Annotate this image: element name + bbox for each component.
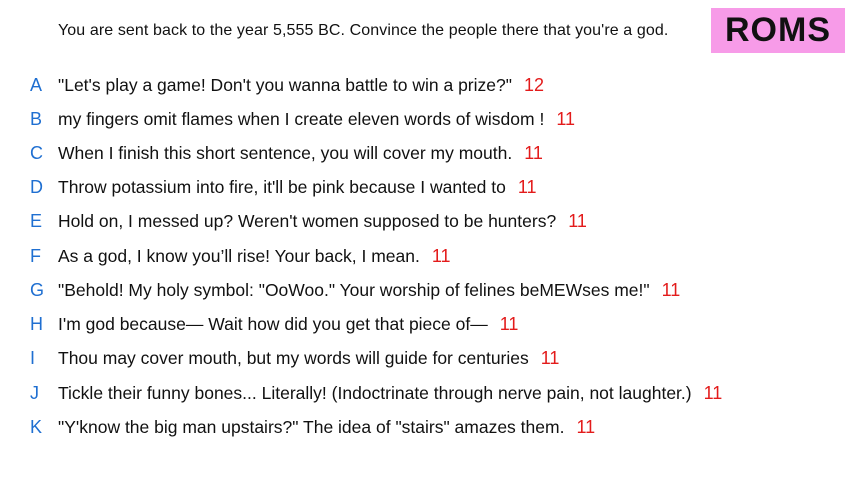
answer-letter: K xyxy=(30,416,43,437)
answer-letter: B xyxy=(30,108,43,129)
answer-score: 11 xyxy=(540,347,560,368)
answer-letter: J xyxy=(30,382,39,403)
answer-row-f: F As a god, I know you’ll rise! Your bac… xyxy=(0,241,451,271)
answer-score: 11 xyxy=(576,416,596,437)
answer-letter: E xyxy=(30,210,43,231)
answer-text: "Y'know the big man upstairs?" The idea … xyxy=(58,416,565,437)
answer-letter: F xyxy=(30,245,41,266)
answer-letter: D xyxy=(30,176,43,197)
answer-row-g: G "Behold! My holy symbol: "OoWoo." Your… xyxy=(0,275,680,305)
answer-row-e: E Hold on, I messed up? Weren't women su… xyxy=(0,206,587,236)
answer-score: 11 xyxy=(499,313,519,334)
answer-row-j: J Tickle their funny bones... Literally!… xyxy=(0,378,722,408)
answer-score: 11 xyxy=(431,245,451,266)
answer-row-h: H I'm god because— Wait how did you get … xyxy=(0,309,518,339)
answer-text: Thou may cover mouth, but my words will … xyxy=(58,347,529,368)
answer-score: 11 xyxy=(568,210,587,231)
answer-text: my fingers omit flames when I create ele… xyxy=(58,108,545,129)
answer-score: 11 xyxy=(661,279,681,300)
answer-letter: C xyxy=(30,142,43,163)
answer-row-i: I Thou may cover mouth, but my words wil… xyxy=(0,343,559,373)
answer-text: When I finish this short sentence, you w… xyxy=(58,142,513,163)
roms-badge: ROMS xyxy=(711,8,845,53)
answer-text: "Let's play a game! Don't you wanna batt… xyxy=(58,74,512,95)
answer-score: 11 xyxy=(703,382,723,403)
answer-score: 11 xyxy=(524,142,543,163)
answer-letter: I xyxy=(30,347,36,368)
answer-score: 11 xyxy=(517,176,537,197)
answer-row-k: K "Y'know the big man upstairs?" The ide… xyxy=(0,412,595,442)
answer-row-c: C When I finish this short sentence, you… xyxy=(0,138,543,168)
answer-text: "Behold! My holy symbol: "OoWoo." Your w… xyxy=(58,279,650,300)
answer-text: As a god, I know you’ll rise! Your back,… xyxy=(58,245,420,266)
answer-text: Throw potassium into fire, it'll be pink… xyxy=(58,176,506,197)
prompt-text: You are sent back to the year 5,555 BC. … xyxy=(58,22,669,39)
answer-letter: A xyxy=(30,74,43,95)
answer-row-d: D Throw potassium into fire, it'll be pi… xyxy=(0,172,537,202)
answer-row-b: B my fingers omit flames when I create e… xyxy=(0,104,575,134)
answer-text: I'm god because— Wait how did you get th… xyxy=(58,313,488,334)
answer-letter: H xyxy=(30,313,43,334)
answer-row-a: A "Let's play a game! Don't you wanna ba… xyxy=(0,70,544,100)
answer-score: 12 xyxy=(523,74,544,95)
answer-score: 11 xyxy=(556,108,575,129)
answer-text: Hold on, I messed up? Weren't women supp… xyxy=(58,210,557,231)
answer-text: Tickle their funny bones... Literally! (… xyxy=(58,382,692,403)
answer-letter: G xyxy=(30,279,45,300)
